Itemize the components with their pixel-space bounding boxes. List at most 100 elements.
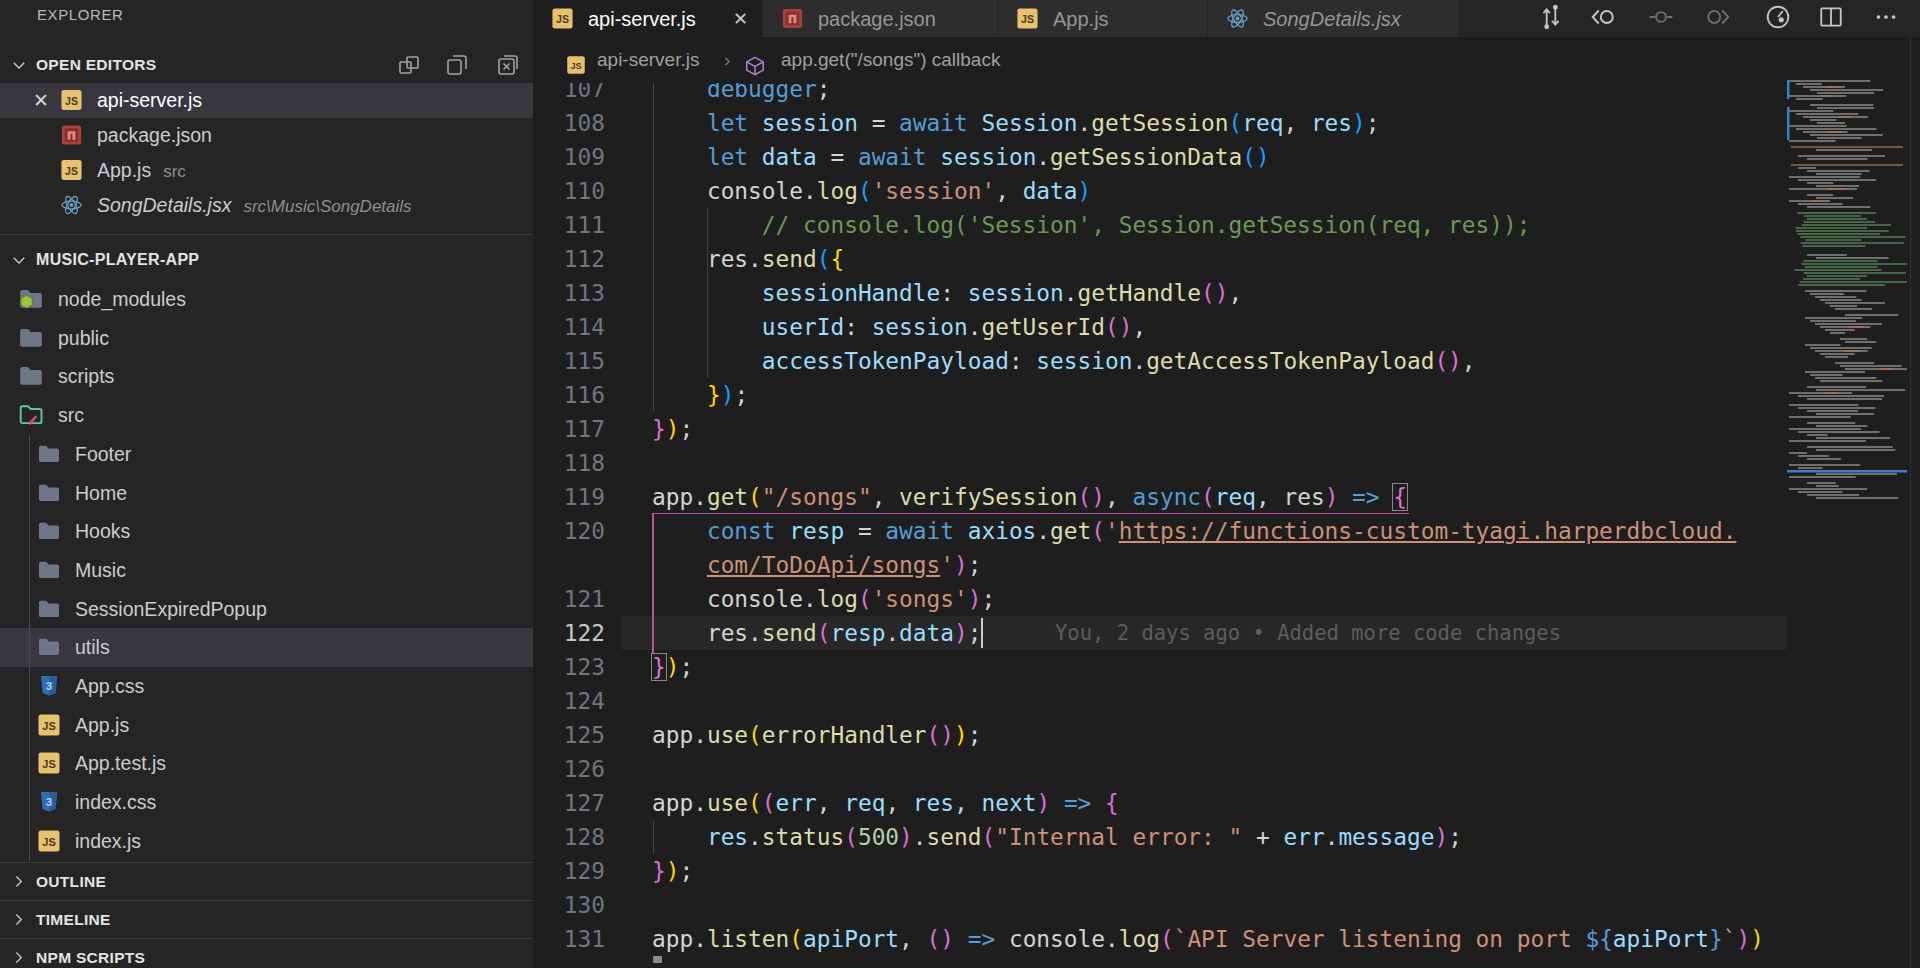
line-number[interactable]: 119 <box>533 480 605 514</box>
code-line[interactable]: 126 <box>533 752 1920 786</box>
line-number[interactable]: 111 <box>533 208 605 242</box>
code-line[interactable]: 112 res.send({ <box>533 242 1920 276</box>
line-number[interactable]: 115 <box>533 344 605 378</box>
code-line[interactable]: 109 let data = await session.getSessionD… <box>533 140 1920 174</box>
line-number[interactable]: 125 <box>533 718 605 752</box>
breadcrumb-symbol[interactable]: app.get("/songs") callback <box>781 49 1000 71</box>
folder-icon <box>37 558 61 582</box>
next-change-icon[interactable] <box>1705 4 1733 32</box>
line-number[interactable]: 112 <box>533 242 605 276</box>
code-line[interactable]: 118 <box>533 446 1920 480</box>
tree-root-folder[interactable]: MUSIC-PLAYER-APP <box>0 241 533 280</box>
code-line[interactable]: 121 console.log('songs'); <box>533 582 1920 616</box>
tree-item-footer[interactable]: Footer <box>0 435 533 474</box>
open-editor-item[interactable]: SongDetails.jsxsrc\Music\SongDetails <box>0 187 533 222</box>
tree-item-sessionexpiredpopup[interactable]: SessionExpiredPopup <box>0 589 533 628</box>
tree-item-app.test.js[interactable]: JS App.test.js <box>0 744 533 783</box>
compare-changes-icon[interactable] <box>1538 4 1566 32</box>
previous-change-icon[interactable] <box>1590 4 1618 32</box>
code-line[interactable]: 125 app.use(errorHandler()); <box>533 718 1920 752</box>
tree-item-node_modules[interactable]: node_modules <box>0 280 533 319</box>
tree-item-app.css[interactable]: 3 App.css <box>0 667 533 706</box>
toggle-editor-layout-icon[interactable] <box>397 53 421 77</box>
breadcrumb[interactable]: JS api-server.js › app.get("/songs") cal… <box>533 37 1920 83</box>
line-number[interactable]: 122 <box>533 616 605 650</box>
timeline-icon[interactable] <box>1765 4 1793 32</box>
split-editor-icon[interactable] <box>1818 4 1846 32</box>
tree-item-src[interactable]: src <box>0 396 533 435</box>
line-number[interactable]: 126 <box>533 752 605 786</box>
tree-item-label: Home <box>75 481 127 504</box>
code-line[interactable]: 127 app.use((err, req, res, next) => { <box>533 786 1920 820</box>
code-line[interactable]: 111 // console.log('Session', Session.ge… <box>533 208 1920 242</box>
line-number[interactable]: 123 <box>533 650 605 684</box>
code-line[interactable]: 124 <box>533 684 1920 718</box>
code-line[interactable]: 108 let session = await Session.getSessi… <box>533 106 1920 140</box>
line-number[interactable]: 130 <box>533 888 605 922</box>
code-line[interactable]: 123 }); <box>533 650 1920 684</box>
tab-api-server.js[interactable]: JS api-server.js ✕ <box>533 0 763 37</box>
line-number[interactable]: 121 <box>533 582 605 616</box>
tab-App.js[interactable]: JS App.js <box>998 0 1208 37</box>
js-icon: JS <box>37 829 61 853</box>
tab-SongDetails.jsx[interactable]: SongDetails.jsx <box>1208 0 1460 37</box>
code-editor[interactable]: 107 debugger; 108 let session = await Se… <box>533 83 1920 968</box>
tree-item-app.js[interactable]: JS App.js <box>0 705 533 744</box>
folder-icon <box>37 519 61 543</box>
line-number[interactable]: 120 <box>533 514 605 548</box>
code-line[interactable]: 116 }); <box>533 378 1920 412</box>
tree-item-hooks[interactable]: Hooks <box>0 512 533 551</box>
breadcrumb-file[interactable]: api-server.js <box>597 49 699 71</box>
section-npm-scripts[interactable]: NPM SCRIPTS <box>0 939 533 968</box>
tree-item-index.js[interactable]: JS index.js <box>0 822 533 861</box>
open-editor-item[interactable]: JS App.jssrc <box>0 153 533 188</box>
close-icon[interactable]: ✕ <box>33 89 49 112</box>
section-timeline[interactable]: TIMELINE <box>0 901 533 938</box>
line-number[interactable]: 109 <box>533 140 605 174</box>
line-number[interactable]: 118 <box>533 446 605 480</box>
close-icon[interactable]: ✕ <box>733 8 748 30</box>
line-number[interactable]: 116 <box>533 378 605 412</box>
open-editor-item[interactable]: package.json <box>0 118 533 153</box>
tree-item-music[interactable]: Music <box>0 551 533 590</box>
code-line[interactable]: 120 const resp = await axios.get('https:… <box>533 514 1920 548</box>
open-editor-item[interactable]: ✕ JS api-server.js <box>0 83 533 118</box>
code-line[interactable]: 119 app.get("/songs", verifySession(), a… <box>533 480 1920 514</box>
line-number[interactable]: 128 <box>533 820 605 854</box>
code-line[interactable]: 128 res.status(500).send("Internal error… <box>533 820 1920 854</box>
line-number[interactable]: 127 <box>533 786 605 820</box>
line-number[interactable]: 129 <box>533 854 605 888</box>
minimap[interactable] <box>1787 80 1910 510</box>
close-all-editors-icon[interactable] <box>496 53 520 77</box>
code-line[interactable]: 115 accessTokenPayload: session.getAcces… <box>533 344 1920 378</box>
code-line[interactable]: 113 sessionHandle: session.getHandle(), <box>533 276 1920 310</box>
code-line[interactable]: 107 debugger; <box>533 83 1920 106</box>
section-outline[interactable]: OUTLINE <box>0 863 533 900</box>
code-line[interactable]: com/ToDoApi/songs'); <box>533 548 1920 582</box>
folder-icon <box>18 325 44 351</box>
open-editors-header[interactable]: OPEN EDITORS <box>0 46 533 83</box>
line-number[interactable]: 110 <box>533 174 605 208</box>
tree-item-utils[interactable]: utils <box>0 628 533 667</box>
line-number[interactable]: 113 <box>533 276 605 310</box>
tree-item-home[interactable]: Home <box>0 473 533 512</box>
code-line[interactable]: 130 <box>533 888 1920 922</box>
line-number[interactable]: 107 <box>533 83 605 106</box>
line-number[interactable]: 114 <box>533 310 605 344</box>
tab-package.json[interactable]: package.json <box>763 0 998 37</box>
tree-item-scripts[interactable]: scripts <box>0 357 533 396</box>
more-actions-icon[interactable] <box>1873 4 1901 32</box>
current-change-icon[interactable] <box>1648 4 1676 32</box>
line-number[interactable]: 131 <box>533 922 605 956</box>
tree-item-public[interactable]: public <box>0 318 533 357</box>
code-line[interactable]: 129 }); <box>533 854 1920 888</box>
line-number[interactable]: 108 <box>533 106 605 140</box>
code-line[interactable]: 131 app.listen(apiPort, () => console.lo… <box>533 922 1920 956</box>
code-line[interactable]: 114 userId: session.getUserId(), <box>533 310 1920 344</box>
line-number[interactable]: 124 <box>533 684 605 718</box>
save-all-icon[interactable] <box>445 53 469 77</box>
line-number[interactable]: 117 <box>533 412 605 446</box>
tree-item-index.css[interactable]: 3 index.css <box>0 783 533 822</box>
code-line[interactable]: 110 console.log('session', data) <box>533 174 1920 208</box>
code-line[interactable]: 117 }); <box>533 412 1920 446</box>
